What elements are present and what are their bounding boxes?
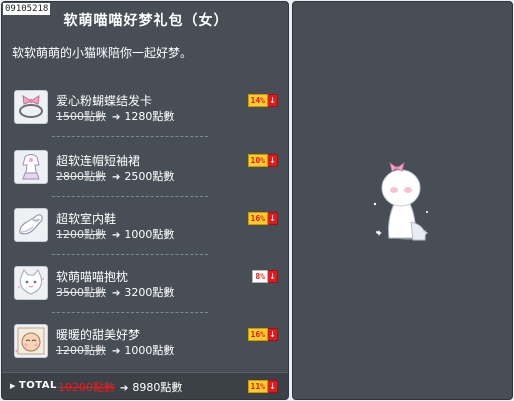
discount-percent: 10% [247, 154, 268, 167]
package-detail-panel: 09105218 软萌喵喵好梦礼包（女） 软软萌萌的小猫咪陪你一起好梦。 爱心粉… [1, 1, 289, 400]
discount-badge: 16% ↓ [247, 328, 278, 341]
sale-price: 1000點數 [124, 344, 175, 357]
total-discount-badge: 11% ↓ [247, 380, 278, 393]
discount-percent: 16% [247, 212, 268, 225]
item-name: 超软室内鞋 [56, 212, 117, 226]
item-name: 超软连帽短袖裙 [56, 154, 141, 168]
total-label: ▶ TOTAL [10, 380, 57, 391]
down-arrow-icon: ↓ [268, 212, 278, 225]
discount-badge: 16% ↓ [247, 212, 278, 225]
discount-percent: 14% [247, 94, 268, 107]
total-bar: ▶ TOTAL 10200點數 ➔ 8980點數 11% ↓ [2, 372, 288, 399]
original-price: 1200點數 [56, 228, 106, 241]
list-item[interactable]: 爱心粉蝴蝶结发卡 1500點數 ➔ 1280點數 14% ↓ [10, 88, 282, 136]
divider [52, 196, 208, 197]
slipper-icon [14, 208, 48, 242]
bullet-arrow-icon: ▶ [10, 382, 16, 390]
divider [52, 136, 208, 137]
price-line: 1500點數 ➔ 1280點數 [56, 108, 174, 124]
list-item[interactable]: 超软连帽短袖裙 2800點數 ➔ 2500點數 10% ↓ [10, 148, 282, 196]
price-line: 1200點數 ➔ 1000點數 [56, 226, 174, 242]
package-title: 软萌喵喵好梦礼包（女） [63, 13, 229, 29]
hooded-dress-icon [14, 150, 48, 184]
arrow-right-icon: ➔ [112, 172, 121, 183]
total-sale-price-line: ➔ 8980點數 [114, 379, 182, 395]
original-price: 1500點數 [56, 110, 106, 123]
pink-bow-hairpin-icon [14, 90, 48, 124]
total-original-price: 10200點數 [58, 381, 115, 394]
discount-badge: 8% ↓ [252, 270, 278, 283]
character-preview [367, 160, 437, 246]
package-description: 软软萌萌的小猫咪陪你一起好梦。 [12, 46, 193, 60]
down-arrow-icon: ↓ [268, 94, 278, 107]
sale-price: 2500點數 [124, 170, 175, 183]
price-line: 1200點數 ➔ 1000點數 [56, 342, 174, 358]
total-sale-price: 8980點數 [132, 381, 183, 394]
list-item[interactable]: 软萌喵喵抱枕 3500點數 ➔ 3200點數 8% ↓ [10, 264, 282, 312]
arrow-right-icon: ➔ [112, 346, 121, 357]
original-price: 2800點數 [56, 170, 106, 183]
discount-percent: 8% [252, 270, 268, 283]
down-arrow-icon: ↓ [268, 328, 278, 341]
total-discount-percent: 11% [247, 380, 268, 393]
sweet-dream-face-icon [14, 324, 48, 358]
character-preview-panel [292, 1, 513, 400]
down-arrow-icon: ↓ [268, 380, 278, 393]
package-window: 09105218 软萌喵喵好梦礼包（女） 软软萌萌的小猫咪陪你一起好梦。 爱心粉… [0, 0, 514, 401]
list-item[interactable]: 超软室内鞋 1200點數 ➔ 1000點數 16% ↓ [10, 206, 282, 254]
price-line: 3500點數 ➔ 3200點數 [56, 284, 174, 300]
sale-price: 1280點數 [124, 110, 175, 123]
arrow-right-icon: ➔ [112, 112, 121, 123]
divider [52, 254, 208, 255]
discount-badge: 14% ↓ [247, 94, 278, 107]
discount-percent: 16% [247, 328, 268, 341]
cat-pillow-icon [14, 266, 48, 300]
list-item[interactable]: 暖暖的甜美好梦 1200點數 ➔ 1000點數 16% ↓ [10, 322, 282, 370]
original-price: 3500點數 [56, 286, 106, 299]
item-name: 暖暖的甜美好梦 [56, 328, 141, 342]
arrow-right-icon: ➔ [120, 383, 129, 394]
sale-price: 1000點數 [124, 228, 175, 241]
divider [52, 312, 208, 313]
sale-price: 3200點數 [124, 286, 175, 299]
arrow-right-icon: ➔ [112, 288, 121, 299]
original-price: 1200點數 [56, 344, 106, 357]
price-line: 2800點數 ➔ 2500點數 [56, 168, 174, 184]
arrow-right-icon: ➔ [112, 230, 121, 241]
discount-badge: 10% ↓ [247, 154, 278, 167]
item-name: 软萌喵喵抱枕 [56, 270, 129, 284]
down-arrow-icon: ↓ [268, 154, 278, 167]
down-arrow-icon: ↓ [268, 270, 278, 283]
item-name: 爱心粉蝴蝶结发卡 [56, 94, 153, 108]
